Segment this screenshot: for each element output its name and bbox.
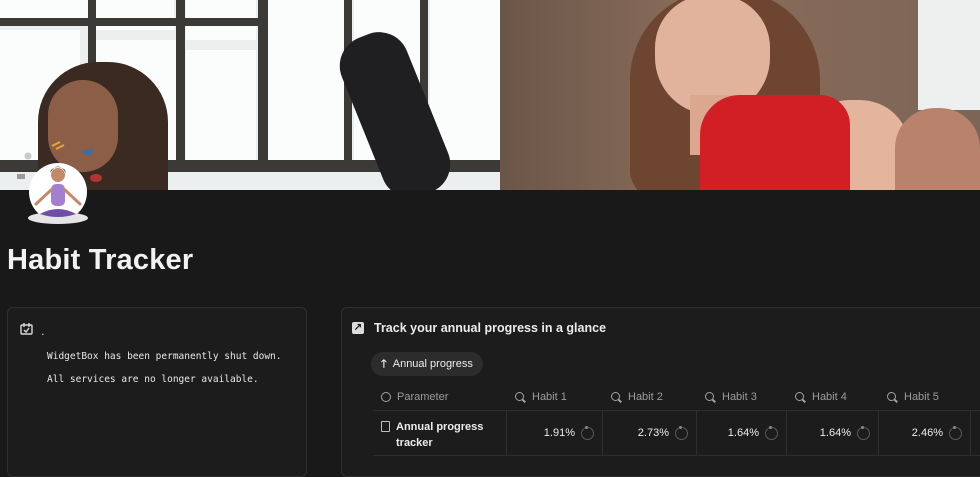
progress-ring-icon [675, 425, 688, 440]
embed-header-text: . [41, 322, 45, 338]
habit-1-cell[interactable]: 1.91% [507, 411, 603, 455]
progress-ring-icon [857, 425, 870, 440]
column-header-habit-1[interactable]: Habit 1 [507, 384, 603, 410]
habit-table: Parameter Habit 1 Habit 2 Habit 3 Habit … [373, 384, 980, 456]
habit-2-cell[interactable]: 2.73% [603, 411, 697, 455]
progress-ring-icon [949, 425, 962, 440]
search-icon [705, 391, 716, 403]
widget-icon [20, 322, 33, 338]
widget-embed-card[interactable]: . WidgetBox has been permanently shut do… [7, 307, 307, 477]
table-row[interactable]: Annual progress tracker 1.91% 2.73% 1.64… [373, 411, 980, 456]
callout-title: Track your annual progress in a glance [374, 321, 607, 335]
search-icon [515, 391, 526, 403]
search-icon [795, 391, 806, 403]
embed-message-line: All services are no longer available. [47, 374, 259, 385]
meditation-icon[interactable] [10, 140, 106, 232]
habit-4-cell[interactable]: 1.64% [787, 411, 879, 455]
cover-red-top [700, 95, 850, 190]
row-name-line: Annual progress [396, 421, 484, 433]
table-header: Parameter Habit 1 Habit 2 Habit 3 Habit … [373, 384, 980, 411]
progress-ring-icon [581, 425, 594, 440]
row-name-cell[interactable]: Annual progress tracker [373, 411, 507, 455]
column-header-habit-5[interactable]: Habit 5 [879, 384, 971, 410]
habit-5-cell[interactable]: 2.46% [879, 411, 971, 455]
view-tab-label: Annual progress [392, 358, 473, 370]
cover-person-right [895, 108, 980, 190]
row-name-line: tracker [396, 437, 433, 449]
column-header-habit-4[interactable]: Habit 4 [787, 384, 879, 410]
progress-ring-icon [765, 425, 778, 440]
embed-message-line: WidgetBox has been permanently shut down… [47, 351, 282, 362]
search-icon [887, 391, 898, 403]
column-header-parameter[interactable]: Parameter [373, 384, 507, 410]
cover-image[interactable] [0, 0, 980, 190]
document-icon [381, 421, 390, 432]
search-icon [611, 391, 622, 403]
annual-progress-callout: ↗ Track your annual progress in a glance… [341, 307, 980, 477]
view-tab-annual-progress[interactable]: 🡑 Annual progress [371, 352, 483, 376]
circle-icon [381, 392, 391, 402]
column-header-habit-2[interactable]: Habit 2 [603, 384, 697, 410]
arrow-up-right-icon: ↗ [352, 322, 364, 334]
column-header-habit-3[interactable]: Habit 3 [697, 384, 787, 410]
page-title: Habit Tracker [7, 244, 194, 276]
arrow-up-icon: 🡑 [381, 357, 387, 370]
habit-3-cell[interactable]: 1.64% [697, 411, 787, 455]
